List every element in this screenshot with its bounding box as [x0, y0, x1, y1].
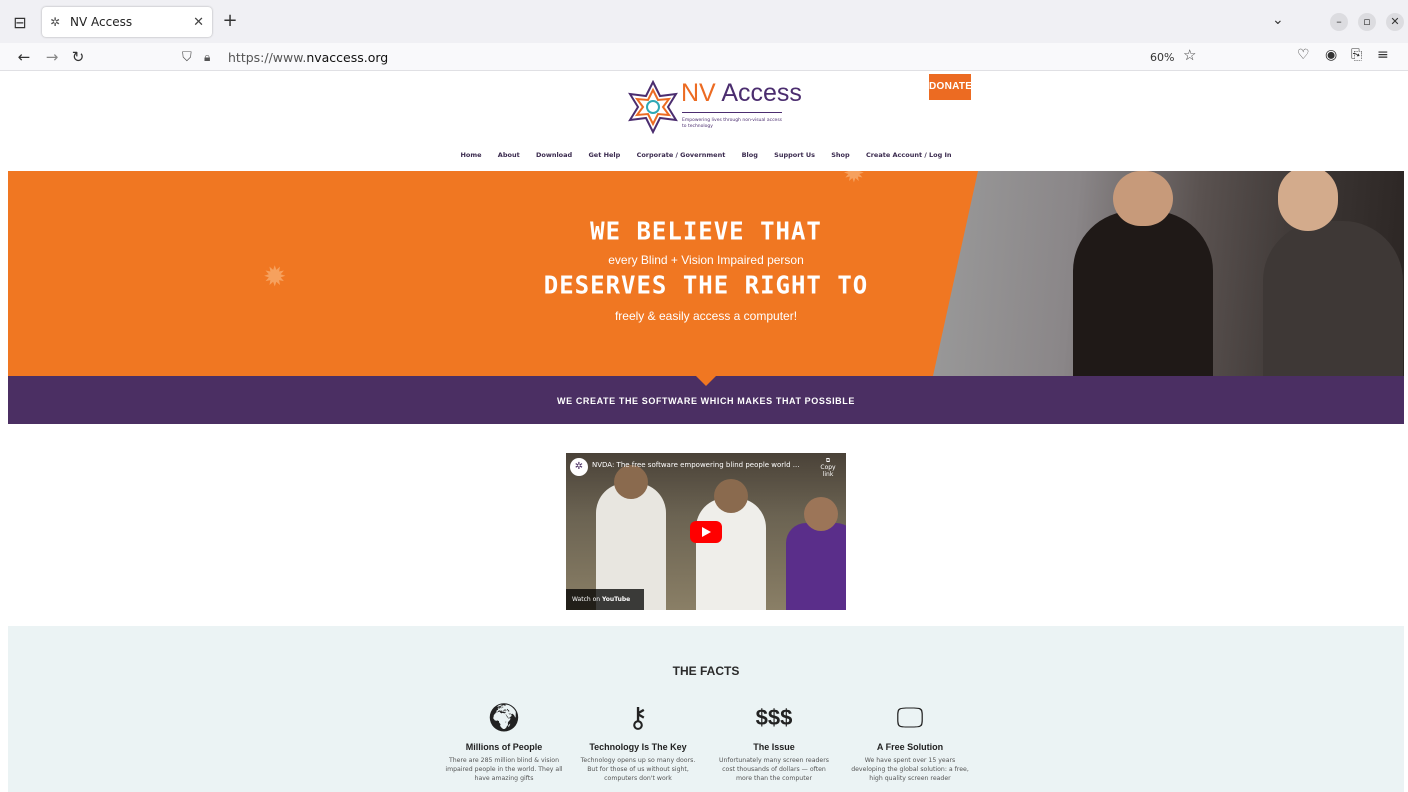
logo-tagline: Empowering lives through non-visual acce…	[682, 118, 783, 129]
fact-description: There are 285 million blind & vision imp…	[445, 757, 563, 782]
menu-item-create-account-login[interactable]: Create Account / Log In	[866, 151, 952, 159]
lock-icon[interactable]: 🔒︎	[204, 50, 222, 65]
tab-title: NV Access	[70, 15, 133, 29]
menu-item-about[interactable]: About	[498, 151, 520, 159]
main-menu: Home About Download Get Help Corporate /…	[8, 151, 1404, 159]
menu-item-blog[interactable]: Blog	[742, 151, 758, 159]
site-favicon-icon: ✲	[50, 15, 61, 29]
mission-band: WE CREATE THE SOFTWARE WHICH MAKES THAT …	[8, 376, 1404, 424]
menu-item-get-help[interactable]: Get Help	[588, 151, 620, 159]
bookmark-star-icon[interactable]: ☆	[1183, 46, 1196, 64]
band-pointer	[696, 376, 716, 386]
nv-access-logo-icon[interactable]	[626, 80, 680, 134]
fact-title: A Free Solution	[876, 742, 944, 752]
forward-arrow-icon[interactable]: →	[42, 47, 62, 67]
tracking-shield-icon[interactable]: ⛉	[182, 50, 200, 65]
browser-tab-active[interactable]: ✲ NV Access ✕	[42, 7, 212, 37]
pocket-icon[interactable]: ♡	[1297, 47, 1310, 63]
browser-tab-bar: ⊟ ✲ NV Access ✕ + ⌄ – ▫ ✕	[0, 0, 1408, 43]
menu-item-download[interactable]: Download	[536, 151, 572, 159]
address-url: https://www.nvaccess.org	[228, 49, 389, 65]
close-window-icon[interactable]: ✕	[1386, 13, 1404, 31]
fact-title: Millions of People	[465, 742, 543, 752]
monitor-check-icon: 🖵︎	[896, 701, 924, 734]
address-bar[interactable]: ⛉ 🔒︎ https://www.nvaccess.org	[182, 46, 1202, 68]
fact-description: We have spent over 15 years developing t…	[851, 757, 969, 782]
menu-item-support-us[interactable]: Support Us	[774, 151, 815, 159]
dollar-icon: $$$	[755, 705, 793, 730]
zoom-level[interactable]: 60%	[1149, 50, 1175, 65]
video-title[interactable]: NVDA: The free software empowering blind…	[592, 461, 799, 469]
fact-the-issue: $$$ The Issue Unfortunately many screen …	[714, 700, 834, 783]
browser-nav-bar: ← → ↻ ⛉ 🔒︎ https://www.nvaccess.org 60% …	[0, 43, 1408, 71]
play-button-icon[interactable]	[690, 521, 722, 543]
mission-text: WE CREATE THE SOFTWARE WHICH MAKES THAT …	[557, 396, 855, 406]
new-tab-button[interactable]: +	[218, 10, 242, 34]
hero-photo	[933, 171, 1404, 376]
copy-link-button[interactable]: ⧉ Copy link	[816, 457, 840, 478]
fact-title: Technology Is The Key	[589, 742, 687, 752]
close-tab-icon[interactable]: ✕	[193, 15, 204, 30]
facts-section: THE FACTS 🌍︎ Millions of People There ar…	[8, 626, 1404, 792]
menu-item-home[interactable]: Home	[460, 151, 481, 159]
channel-logo-icon[interactable]: ✲	[570, 458, 588, 476]
decorative-flower-icon: ✹	[843, 171, 865, 189]
restore-window-icon[interactable]: ▫	[1358, 13, 1376, 31]
chevron-down-icon[interactable]: ⌄	[1272, 12, 1284, 28]
donate-button[interactable]: DONATE	[929, 74, 972, 100]
fact-title: The Issue	[753, 742, 795, 752]
menu-item-shop[interactable]: Shop	[831, 151, 849, 159]
facts-title: THE FACTS	[672, 664, 740, 678]
account-icon[interactable]: ◉	[1325, 47, 1337, 63]
reload-icon[interactable]: ↻	[68, 47, 88, 67]
fact-technology-is-the-key: ⚷ Technology Is The Key Technology opens…	[578, 700, 698, 783]
web-page: NV Access Empowering lives through non-v…	[8, 72, 1404, 792]
extensions-icon[interactable]: ⎘	[1351, 47, 1362, 63]
menu-hamburger-icon[interactable]: ≡	[1377, 47, 1389, 63]
fact-description: Technology opens up so many doors. But f…	[580, 757, 696, 782]
back-arrow-icon[interactable]: ←	[14, 47, 34, 67]
key-icon: ⚷	[627, 701, 649, 734]
menu-item-corporate-government[interactable]: Corporate / Government	[637, 151, 726, 159]
hero-banner: ✹ ✹ WE BELIEVE THAT every Blind + Vision…	[8, 171, 1404, 376]
fact-millions-of-people: 🌍︎ Millions of People There are 285 mill…	[444, 700, 564, 783]
window-controls: – ▫ ✕	[1330, 13, 1404, 31]
watch-on-youtube-link[interactable]: Watch on YouTube	[566, 589, 644, 610]
logo-wordmark[interactable]: NV Access	[681, 79, 802, 108]
tab-list-icon[interactable]: ⊟	[8, 10, 32, 34]
fact-a-free-solution: 🖵︎ A Free Solution We have spent over 15…	[850, 700, 970, 783]
minimize-window-icon[interactable]: –	[1330, 13, 1348, 31]
fact-description: Unfortunately many screen readers cost t…	[718, 757, 829, 782]
youtube-video-embed[interactable]: ✲ NVDA: The free software empowering bli…	[566, 453, 846, 610]
globe-icon: 🌍︎	[486, 701, 522, 734]
logo-divider	[682, 112, 782, 113]
